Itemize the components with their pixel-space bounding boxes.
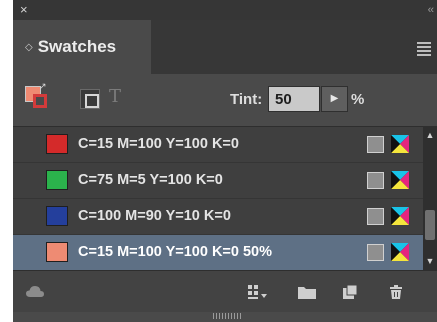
- list-scrollbar[interactable]: ▲ ▼: [423, 126, 437, 270]
- process-color-icon: [367, 208, 384, 225]
- tint-percent-unit: %: [351, 91, 365, 108]
- close-icon[interactable]: ×: [20, 2, 28, 18]
- cmyk-mode-icon: [391, 135, 409, 153]
- cmyk-mode-icon: [391, 171, 409, 189]
- tint-slider-toggle-icon[interactable]: ▶: [321, 86, 348, 112]
- cc-libraries-icon[interactable]: [25, 284, 45, 305]
- new-swatch-icon[interactable]: [341, 284, 359, 305]
- tint-input[interactable]: 50: [268, 86, 320, 112]
- list-item[interactable]: C=75 M=5 Y=100 K=0: [13, 163, 423, 199]
- swap-fill-stroke-icon[interactable]: ↗: [39, 81, 47, 92]
- process-color-icon: [367, 244, 384, 261]
- list-item[interactable]: C=15 M=100 Y=100 K=0: [13, 127, 423, 163]
- fill-stroke-icon[interactable]: ↗: [25, 81, 47, 110]
- process-color-icon: [367, 136, 384, 153]
- formatting-affects-text-button[interactable]: T: [109, 86, 121, 107]
- collapse-panel-icon[interactable]: ‹‹: [428, 3, 434, 17]
- swatch-color-chip: [46, 242, 68, 262]
- panel-title-bar[interactable]: × ‹‹: [13, 0, 437, 20]
- formatting-affects-container-button[interactable]: [80, 89, 100, 109]
- panel-bottom-toolbar: [13, 270, 437, 312]
- swatch-name: C=75 M=5 Y=100 K=0: [78, 172, 223, 188]
- cmyk-mode-icon: [391, 243, 409, 261]
- swatches-panel: × ‹‹ ◇ Swatches ↗ T Tint: 50 ▶ % C=15 M=1…: [13, 0, 437, 322]
- list-item-selected[interactable]: C=15 M=100 Y=100 K=0 50%: [13, 235, 423, 271]
- swatch-list: C=15 M=100 Y=100 K=0 C=75 M=5 Y=100 K=0 …: [13, 126, 437, 271]
- stroke-swatch[interactable]: [33, 94, 47, 108]
- swatch-name: C=15 M=100 Y=100 K=0 50%: [78, 244, 273, 260]
- swatch-color-chip: [46, 170, 68, 190]
- swatch-name: C=100 M=90 Y=10 K=0: [78, 208, 231, 224]
- scroll-down-icon[interactable]: ▼: [423, 256, 437, 266]
- list-item[interactable]: C=100 M=90 Y=10 K=0: [13, 199, 423, 235]
- tab-strip: ◇ Swatches: [13, 20, 437, 74]
- tint-label: Tint:: [230, 91, 263, 108]
- swatch-name: C=15 M=100 Y=100 K=0: [78, 136, 239, 152]
- swatch-controls: ↗ T Tint: 50 ▶ %: [13, 74, 437, 126]
- new-color-group-icon[interactable]: [297, 284, 317, 305]
- swatch-color-chip: [46, 206, 68, 226]
- delete-icon[interactable]: [388, 284, 404, 305]
- tab-label: Swatches: [37, 37, 117, 56]
- tab-options-icon[interactable]: ◇: [25, 42, 33, 53]
- swatch-color-chip: [46, 134, 68, 154]
- scroll-thumb[interactable]: [425, 210, 435, 240]
- cmyk-mode-icon: [391, 207, 409, 225]
- scroll-up-icon[interactable]: ▲: [423, 130, 437, 140]
- hamburger-menu-icon[interactable]: [417, 42, 431, 58]
- process-color-icon: [367, 172, 384, 189]
- tab-swatches[interactable]: ◇ Swatches: [13, 20, 151, 74]
- show-swatch-kinds-icon[interactable]: [247, 284, 269, 305]
- resize-grip[interactable]: [213, 313, 243, 319]
